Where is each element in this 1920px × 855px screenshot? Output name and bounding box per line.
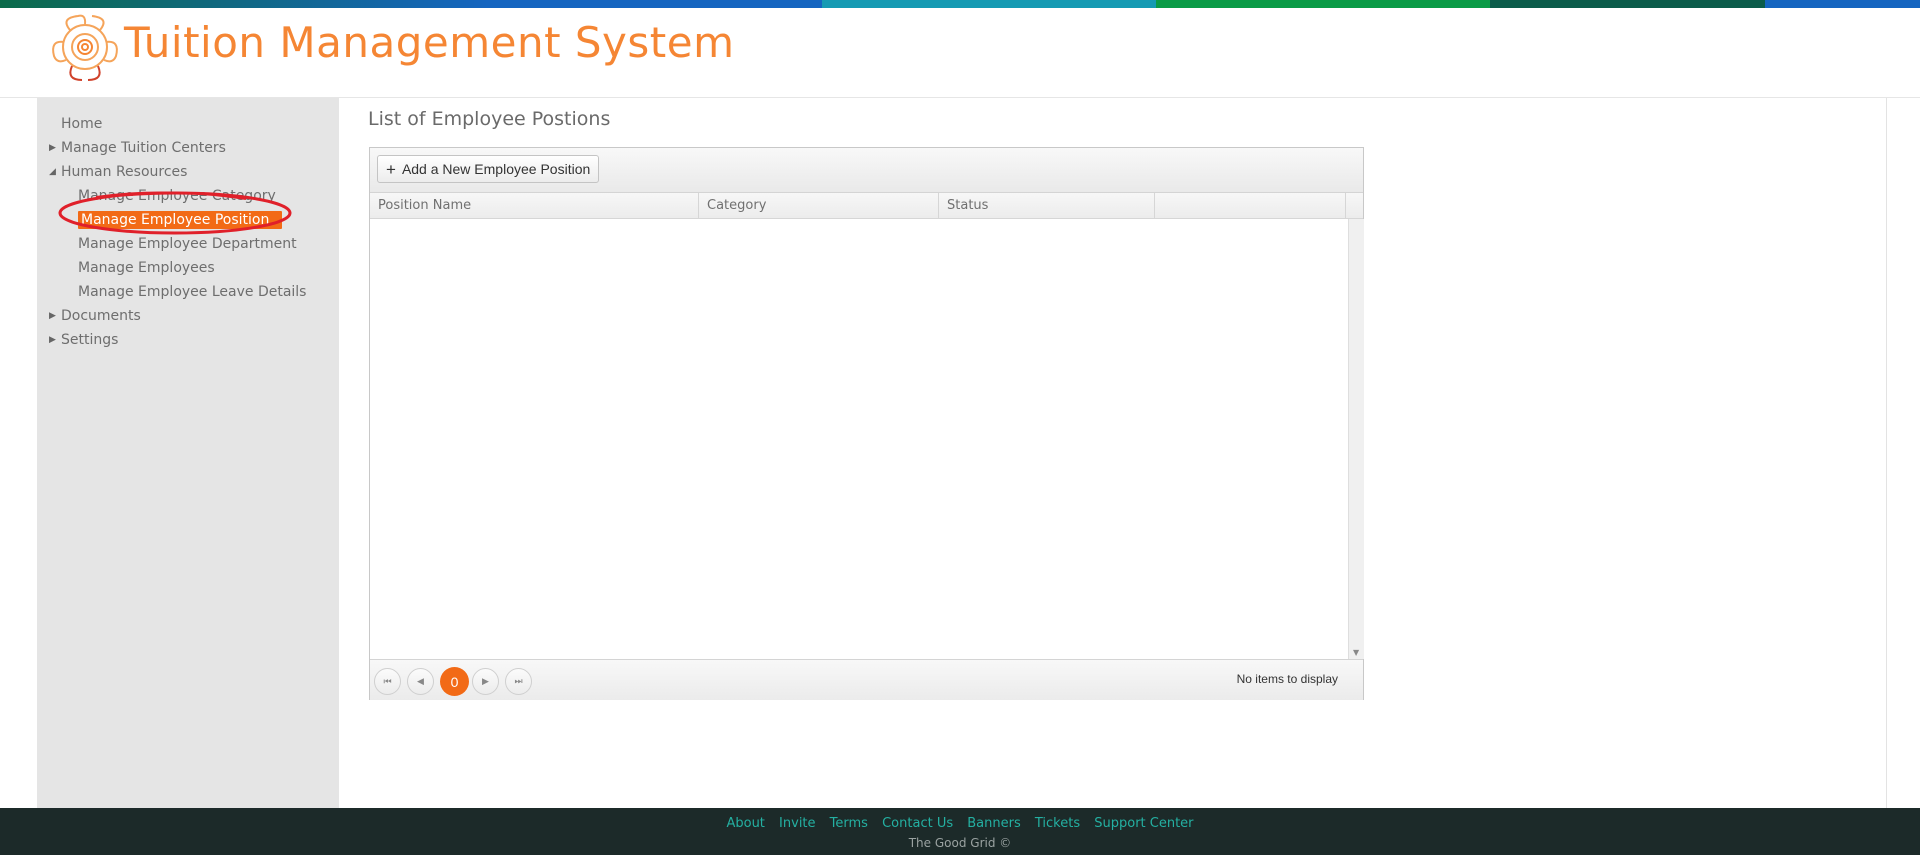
column-header-position-name[interactable]: Position Name — [370, 193, 699, 218]
strip-segment — [1156, 0, 1490, 8]
sidebar-nav: Home ▶ Manage Tuition Centers ◢ Human Re… — [37, 112, 339, 352]
sidebar-item-label: Manage Employee Position — [78, 211, 283, 229]
plus-icon: + — [386, 159, 396, 179]
column-header-actions — [1155, 193, 1346, 218]
scroll-down-icon[interactable]: ▼ — [1353, 648, 1359, 657]
app-header: Tuition Management System — [0, 8, 1920, 98]
column-header-scroll-spacer — [1346, 193, 1363, 218]
app-title: Tuition Management System — [124, 18, 735, 67]
footer-link-support-center[interactable]: Support Center — [1094, 816, 1193, 831]
pager-info: No items to display — [1236, 672, 1338, 686]
strip-segment — [0, 0, 488, 8]
first-page-icon: ⏮ — [383, 676, 392, 687]
sidebar-item-manage-employee-department[interactable]: Manage Employee Department — [37, 232, 339, 256]
sidebar-item-label: Manage Employee Department — [78, 236, 297, 252]
footer-copyright: The Good Grid © — [908, 836, 1012, 850]
sidebar-item-settings[interactable]: ▶ Settings — [37, 328, 339, 352]
sidebar-item-manage-employee-leave-details[interactable]: Manage Employee Leave Details — [37, 280, 339, 304]
sidebar-item-documents[interactable]: ▶ Documents — [37, 304, 339, 328]
sidebar: Home ▶ Manage Tuition Centers ◢ Human Re… — [37, 98, 339, 808]
grid-toolbar: + Add a New Employee Position — [370, 148, 1363, 193]
grid-pager: ⏮ ◀ 0 ▶ ⏭ No items to display — [370, 659, 1363, 700]
collapse-arrow-icon[interactable]: ◢ — [49, 160, 56, 184]
first-page-button[interactable]: ⏮ — [374, 668, 401, 695]
footer-links: About Invite Terms Contact Us Banners Ti… — [0, 816, 1920, 831]
sidebar-item-manage-employees[interactable]: Manage Employees — [37, 256, 339, 280]
sidebar-item-label: Manage Employee Leave Details — [78, 284, 307, 300]
column-header-status[interactable]: Status — [939, 193, 1155, 218]
sidebar-item-manage-employee-category[interactable]: Manage Employee Category — [37, 184, 339, 208]
strip-segment — [1765, 0, 1920, 8]
current-page-indicator[interactable]: 0 — [440, 667, 469, 696]
previous-page-icon: ◀ — [417, 676, 424, 687]
sidebar-item-manage-employee-position[interactable]: Manage Employee Position — [37, 208, 339, 232]
next-page-icon: ▶ — [482, 676, 489, 687]
strip-segment — [488, 0, 822, 8]
sidebar-item-human-resources[interactable]: ◢ Human Resources — [37, 160, 339, 184]
last-page-icon: ⏭ — [514, 676, 523, 687]
footer-link-tickets[interactable]: Tickets — [1035, 816, 1080, 831]
expand-arrow-icon[interactable]: ▶ — [49, 328, 56, 352]
footer: About Invite Terms Contact Us Banners Ti… — [0, 808, 1920, 855]
footer-link-banners[interactable]: Banners — [967, 816, 1020, 831]
expand-arrow-icon[interactable]: ▶ — [49, 136, 56, 160]
content-right-border — [1886, 98, 1887, 808]
sidebar-item-label: Settings — [61, 332, 119, 348]
sidebar-item-manage-tuition-centers[interactable]: ▶ Manage Tuition Centers — [37, 136, 339, 160]
add-employee-position-button[interactable]: + Add a New Employee Position — [377, 155, 600, 183]
previous-page-button[interactable]: ◀ — [407, 668, 434, 695]
sidebar-item-label: Manage Tuition Centers — [61, 140, 226, 156]
employee-position-grid: + Add a New Employee Position Position N… — [369, 147, 1364, 700]
footer-link-about[interactable]: About — [726, 816, 764, 831]
footer-link-contact-us[interactable]: Contact Us — [882, 816, 953, 831]
page-title: List of Employee Postions — [368, 108, 611, 130]
grid-header: Position Name Category Status — [370, 193, 1363, 219]
column-header-category[interactable]: Category — [699, 193, 939, 218]
footer-link-terms[interactable]: Terms — [830, 816, 868, 831]
sidebar-item-label: Human Resources — [61, 164, 188, 180]
expand-arrow-icon[interactable]: ▶ — [49, 304, 56, 328]
add-employee-position-label: Add a New Employee Position — [401, 161, 591, 177]
strip-segment — [1490, 0, 1765, 8]
grid-body — [370, 219, 1345, 659]
sidebar-item-label: Manage Employee Category — [78, 188, 276, 204]
sidebar-item-label: Manage Employees — [78, 260, 215, 276]
next-page-button[interactable]: ▶ — [472, 668, 499, 695]
sidebar-item-home[interactable]: Home — [37, 112, 339, 136]
flower-logo-icon[interactable] — [48, 10, 122, 84]
grid-vertical-scrollbar[interactable]: ▼ — [1348, 219, 1364, 659]
footer-link-invite[interactable]: Invite — [779, 816, 815, 831]
top-color-strip — [0, 0, 1920, 8]
strip-segment — [822, 0, 1156, 8]
sidebar-item-label: Home — [61, 116, 103, 132]
last-page-button[interactable]: ⏭ — [505, 668, 532, 695]
sidebar-item-label: Documents — [61, 308, 141, 324]
